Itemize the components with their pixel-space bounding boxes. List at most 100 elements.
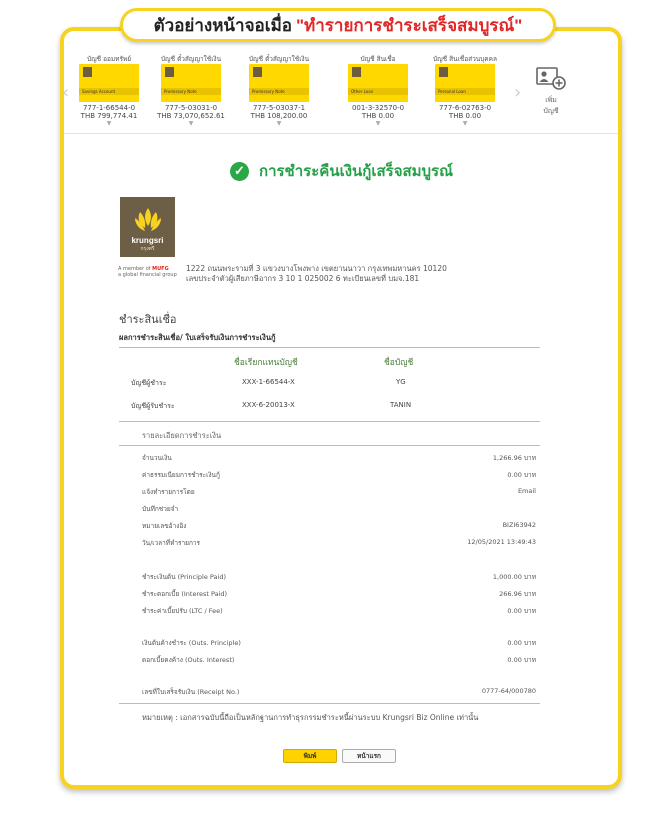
account-number: 777-1-66544-0 (82, 104, 136, 112)
account-type: บัญชี ตั๋วสัญญาใช้เงิน (160, 55, 222, 63)
detail-label: แจ้งทำรายการโดย (142, 488, 195, 496)
divider (119, 703, 540, 704)
detail-label: ชำระเงินต้น (Principle Paid) (142, 573, 227, 581)
add-account-button[interactable]: เพิ่ม บัญชี (526, 66, 576, 117)
account-number: 777-6-02763-0 (438, 104, 492, 112)
card-label: Other Loan (348, 88, 408, 95)
account-balance: THB 0.00 (448, 112, 482, 120)
card-logo-icon (165, 67, 174, 77)
detail-value: 266.96 บาท (499, 590, 536, 598)
carousel-prev-icon[interactable]: ‹ (62, 82, 69, 103)
payee-name: TANIN (390, 401, 412, 409)
detail-label: ชำระค่าเบี้ยปรับ (LTC / Fee) (142, 607, 223, 615)
payment-details-title: รายละเอียดการชำระเงิน (142, 431, 222, 440)
card-logo-icon (253, 67, 262, 77)
card-logo-icon (83, 67, 92, 77)
account-type: บัญชี ตั๋วสัญญาใช้เงิน (248, 55, 310, 63)
account-card-promissory-2[interactable]: บัญชี ตั๋วสัญญาใช้เงิน Promissory Note 7… (244, 54, 314, 128)
krungsri-mark-icon (134, 208, 161, 231)
payer-alias: XXX-1-66544-X (242, 378, 295, 386)
detail-label: ชำระดอกเบี้ย (Interest Paid) (142, 590, 228, 598)
divider (119, 421, 540, 422)
company-address: 1222 ถนนพระรามที่ 3 แขวงบางโพงพาง เขตยาน… (186, 264, 447, 284)
banner-highlight: "ทำรายการชำระเสร็จสมบูรณ์" (295, 15, 523, 35)
account-type: บัญชี สินเชื่อ (360, 55, 396, 63)
account-number: 001-3-32570-0 (351, 104, 405, 112)
card-image: Other Loan (348, 64, 408, 102)
add-account-icon (536, 67, 566, 90)
detail-value: 0.00 บาท (507, 639, 536, 647)
chevron-down-icon[interactable]: ▼ (244, 120, 314, 128)
account-number: 777-5-03037-1 (252, 104, 306, 112)
detail-label: บันทึกช่วยจำ (142, 505, 179, 513)
success-text: การชำระคืนเงินกู้เสร็จสมบูรณ์ (259, 163, 454, 180)
card-image: Personal Loan (435, 64, 495, 102)
card-label: Promissory Note (249, 88, 309, 95)
card-label: Savings Account (79, 88, 139, 95)
account-balance: THB 0.00 (361, 112, 395, 120)
detail-value: 0777-64/000780 (481, 687, 536, 695)
account-card-other-loan[interactable]: บัญชี สินเชื่อ Other Loan 001-3-32570-0 … (343, 54, 413, 128)
card-image: Promissory Note (249, 64, 309, 102)
account-carousel: ‹ บัญชี ออมทรัพย์ Savings Account 777-1-… (62, 50, 618, 134)
carousel-next-icon[interactable]: › (514, 82, 521, 103)
detail-value: 0.00 บาท (507, 471, 536, 479)
detail-label: จำนวนเงิน (142, 454, 172, 462)
card-logo-icon (439, 67, 448, 77)
account-balance: THB 799,774.41 (80, 112, 138, 120)
add-account-label: บัญชี (543, 107, 559, 115)
chevron-down-icon[interactable]: ▼ (343, 120, 413, 128)
success-message: ✓ การชำระคืนเงินกู้เสร็จสมบูรณ์ (230, 159, 453, 183)
add-account-label: เพิ่ม (545, 96, 557, 104)
column-header-alias: ชื่อเรียกแทนบัญชี (234, 358, 298, 368)
column-header-name: ชื่อบัญชี (384, 358, 414, 368)
chevron-down-icon[interactable]: ▼ (156, 120, 226, 128)
address-line: 1222 ถนนพระรามที่ 3 แขวงบางโพงพาง เขตยาน… (186, 264, 447, 273)
payer-label: บัญชีผู้ชำระ (131, 379, 167, 387)
card-label: Personal Loan (435, 88, 495, 95)
detail-label: หมายเลขอ้างอิง (142, 522, 187, 530)
group-suffix: a global financial group (118, 272, 177, 278)
disclaimer-note: หมายเหตุ : เอกสารฉบับนี้ถือเป็นหลักฐานกา… (142, 713, 479, 722)
receipt-subtitle: ผลการชำระสินเชื่อ/ ใบเสร็จรับเงินการชำระ… (119, 333, 276, 342)
detail-value: 1,266.96 บาท (492, 454, 536, 462)
account-balance: THB 73,070,652.61 (157, 112, 225, 120)
caption-banner: ตัวอย่างหน้าจอเมื่อ "ทำรายการชำระเสร็จสม… (120, 8, 556, 42)
detail-label: ค่าธรรมเนียมการชำระเงินกู้ (142, 471, 220, 479)
detail-value: Email (517, 487, 536, 495)
tax-id-line: เลขประจำตัวผู้เสียภาษีอากร 3 10 1 025002… (186, 274, 420, 283)
detail-value: 12/05/2021 13:49:43 (467, 538, 536, 546)
detail-value: 1,000.00 บาท (492, 573, 536, 581)
account-type: บัญชี สินเชื่อส่วนบุคคล (433, 55, 497, 63)
detail-label: ดอกเบี้ยคงค้าง (Outs. Interest) (142, 656, 235, 664)
chevron-down-icon[interactable]: ▼ (430, 120, 500, 128)
payee-alias: XXX-6-20013-X (242, 401, 295, 409)
detail-value: 0.00 บาท (507, 656, 536, 664)
card-image: Promissory Note (161, 64, 221, 102)
account-card-promissory-1[interactable]: บัญชี ตั๋วสัญญาใช้เงิน Promissory Note 7… (156, 54, 226, 128)
krungsri-logo: krungsri กรุงศรี (120, 197, 175, 257)
account-card-savings[interactable]: บัญชี ออมทรัพย์ Savings Account 777-1-66… (74, 54, 144, 128)
brand-sub: กรุงศรี (140, 246, 155, 252)
chevron-down-icon[interactable]: ▼ (74, 120, 144, 128)
home-button[interactable]: หน้าแรก (342, 749, 396, 763)
check-circle-icon: ✓ (230, 161, 249, 181)
brand-name: krungsri (131, 236, 164, 245)
divider (119, 347, 540, 348)
account-type: บัญชี ออมทรัพย์ (86, 55, 132, 63)
card-label: Promissory Note (161, 88, 221, 95)
account-card-personal-loan[interactable]: บัญชี สินเชื่อส่วนบุคคล Personal Loan 77… (430, 54, 500, 128)
banner-prefix: ตัวอย่างหน้าจอเมื่อ (153, 15, 292, 35)
detail-label: เงินต้นค้างชำระ (Outs. Principle) (142, 639, 241, 647)
card-logo-icon (352, 67, 361, 77)
account-number: 777-5-03031-0 (164, 104, 218, 112)
print-button[interactable]: พิมพ์ (283, 749, 337, 763)
group-tagline: A member of MUFG a global financial grou… (118, 266, 188, 278)
card-image: Savings Account (79, 64, 139, 102)
detail-label: วัน/เวลาที่ทำรายการ (142, 539, 201, 547)
section-title: ชำระสินเชื่อ (119, 313, 177, 326)
detail-label: เลขที่ใบเสร็จรับเงิน (Receipt No.) (142, 688, 240, 696)
payee-label: บัญชีผู้รับชำระ (131, 402, 175, 410)
detail-value: 0.00 บาท (507, 607, 536, 615)
account-balance: THB 108,200.00 (250, 112, 308, 120)
